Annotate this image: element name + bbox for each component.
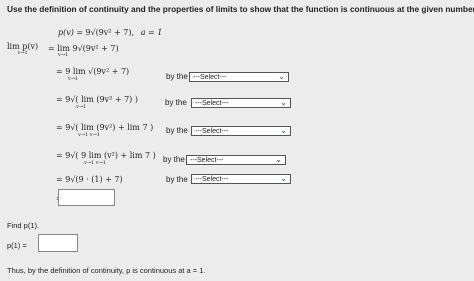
find-label: Find p(1). (7, 221, 40, 230)
function-definition: p(v) = 9√(9v² + 7), a = 1 (58, 28, 162, 37)
a-value: a = 1 (140, 28, 163, 37)
step-2-expression: = 9 lim √(9v² + 7) v→1 (56, 67, 129, 82)
step-6-select-value: ---Select--- (195, 176, 229, 183)
step-2-select[interactable]: ---Select--- ⌄ (189, 72, 289, 82)
step-3-select-value: ---Select--- (195, 100, 229, 107)
step-2-select-value: ---Select--- (193, 74, 227, 81)
step-4-by: by the (166, 126, 188, 135)
step-5-sub: v→1 v→1 (84, 160, 106, 166)
step-2-rhs: = 9 lim √(9v² + 7) (56, 67, 130, 76)
chevron-down-icon: ⌄ (280, 126, 287, 135)
chevron-down-icon: ⌄ (275, 155, 282, 164)
limit-answer-input[interactable] (58, 189, 115, 206)
step-6-select[interactable]: ---Select--- ⌄ (191, 174, 291, 184)
step-3-select[interactable]: ---Select--- ⌄ (191, 98, 291, 108)
limit-lhs: lim p(v) v→1 (7, 41, 38, 59)
step-4-rhs: = 9√( lim (9v²) + lim 7 ) (56, 123, 154, 132)
chevron-down-icon: ⌄ (278, 72, 285, 81)
step-5-rhs: = 9√( 9 lim (v²) + lim 7 ) (56, 151, 156, 160)
step-6-by: by the (166, 175, 188, 184)
step-5-by: by the (163, 155, 185, 164)
step-2-sub: v→1 (68, 76, 79, 82)
problem-prompt: Use the definition of continuity and the… (7, 4, 474, 14)
step-3-sub: v→1 (76, 104, 87, 110)
step-5-expression: = 9√( 9 lim (v²) + lim 7 ) v→1 v→1 (56, 151, 156, 166)
limit-lhs-sub: v→1 (17, 50, 28, 57)
step-4-sub: v→1 v→1 (78, 132, 100, 138)
step-3-rhs: = 9√( lim (9v² + 7) ) (56, 95, 138, 104)
step-3-by: by the (165, 98, 187, 107)
p1-label: p(1) = (7, 241, 27, 250)
step-1-expression: = lim 9√(9v² + 7) v→1 (48, 44, 119, 58)
p1-answer-input[interactable] (38, 234, 78, 252)
step-6-expression: = 9√(9 · (1) + 7) (56, 175, 123, 184)
step-4-expression: = 9√( lim (9v²) + lim 7 ) v→1 v→1 (56, 123, 153, 138)
conclusion-text: Thus, by the definition of continuity, p… (7, 266, 206, 275)
step-5-select-value: ---Select--- (190, 157, 224, 164)
chevron-down-icon: ⌄ (280, 174, 287, 183)
step-5-select[interactable]: ---Select--- ⌄ (186, 155, 286, 165)
function-rhs: 9√(9v² + 7), (85, 28, 135, 37)
step-4-select[interactable]: ---Select--- ⌄ (191, 126, 291, 136)
chevron-down-icon: ⌄ (280, 98, 287, 107)
step-2-by: by the (166, 72, 188, 81)
step-3-expression: = 9√( lim (9v² + 7) ) v→1 (56, 95, 138, 110)
function-lhs: p(v) = (58, 28, 84, 37)
step-4-select-value: ---Select--- (195, 128, 229, 135)
